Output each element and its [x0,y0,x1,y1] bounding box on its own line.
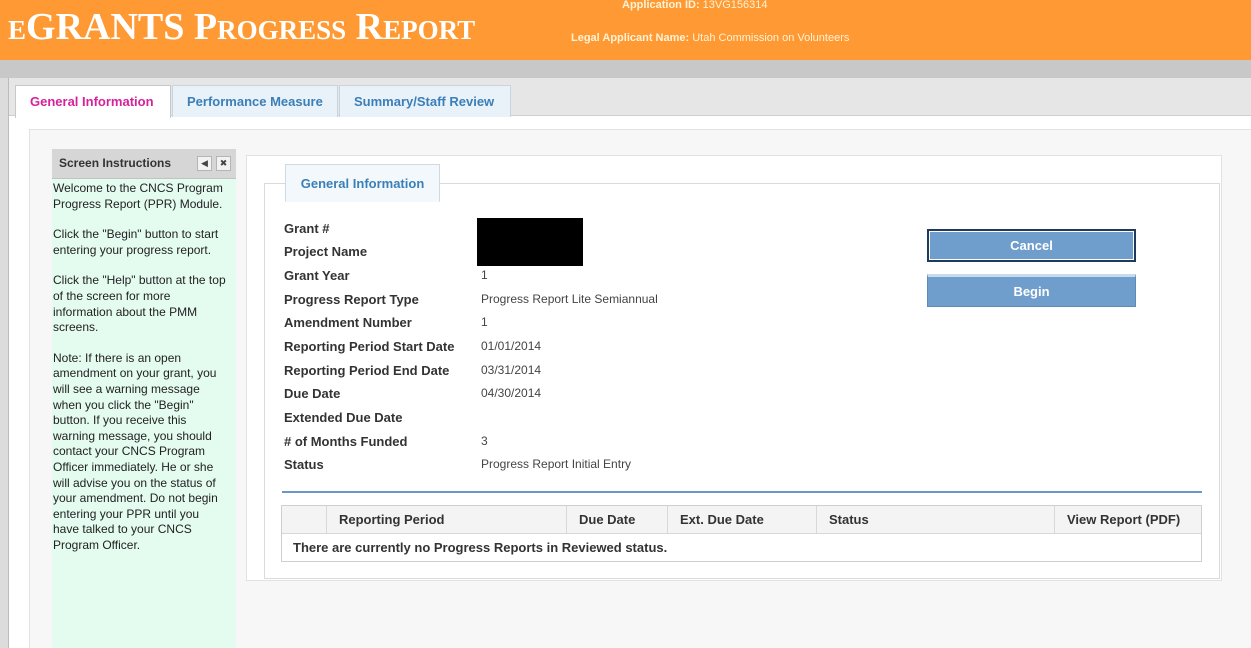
legal-applicant-value: Utah Commission on Volunteers [692,32,850,44]
application-id: Application ID: 13VG156314 [622,0,768,11]
instructions-header: Screen Instructions ◀ ✖ [52,149,236,179]
application-id-value: 13VG156314 [702,0,768,11]
project-name-label: Project Name [284,244,368,259]
redacted-block [477,218,583,266]
column-header-view-report: View Report (PDF) [1054,506,1201,534]
instructions-body: Welcome to the CNCS Program Progress Rep… [52,179,236,553]
close-icon[interactable]: ✖ [216,156,231,171]
reporting-end-value: 03/31/2014 [481,363,542,377]
screen-instructions-panel: Screen Instructions ◀ ✖ Welcome to the C… [52,149,236,648]
table-header: Reporting Period Due Date Ext. Due Date … [282,506,1201,534]
app-header: eGRANTS Progress Report Application ID: … [0,0,1251,60]
column-header-status: Status [816,506,1054,534]
instructions-paragraph: Click the "Help" button at the top of th… [53,273,226,335]
due-date-label: Due Date [284,386,341,401]
reporting-start-label: Reporting Period Start Date [284,339,455,354]
due-date-value: 04/30/2014 [481,386,542,400]
grant-number-label: Grant # [284,221,330,236]
column-header-ext-due-date: Ext. Due Date [667,506,816,534]
table-empty-message: There are currently no Progress Reports … [293,540,668,555]
begin-button[interactable]: Begin [927,274,1136,307]
general-information-panel: General Information Grant # Project Name… [246,155,1222,581]
column-header-blank [282,506,326,534]
tab-summary-staff-review[interactable]: Summary/Staff Review [339,85,511,117]
reporting-start-value: 01/01/2014 [481,339,542,353]
cancel-button[interactable]: Cancel [927,229,1136,262]
tab-general-information[interactable]: General Information [15,85,171,118]
section-tab-general-information[interactable]: General Information [285,164,440,202]
tab-bar: General Information Performance Measure … [9,78,1251,118]
left-edge [0,78,8,648]
progress-report-type-label: Progress Report Type [284,292,419,307]
status-label: Status [284,457,324,472]
months-funded-value: 3 [481,434,488,448]
instructions-paragraph: Note: If there is an open amendment on y… [53,350,218,552]
grant-year-label: Grant Year [284,268,350,283]
amendment-number-label: Amendment Number [284,315,412,330]
months-funded-label: # of Months Funded [284,434,408,449]
instructions-paragraph: Welcome to the CNCS Program Progress Rep… [53,181,223,211]
legal-applicant: Legal Applicant Name: Utah Commission on… [571,32,849,44]
legal-applicant-label: Legal Applicant Name: [571,32,690,44]
column-header-due-date: Due Date [566,506,667,534]
column-header-reporting-period: Reporting Period [326,506,566,534]
amendment-number-value: 1 [481,315,488,329]
application-id-label: Application ID: [622,0,700,11]
main-frame: General Information Performance Measure … [8,78,1251,648]
app-title: eGRANTS Progress Report [8,6,476,48]
tab-performance-measure[interactable]: Performance Measure [172,85,338,117]
section-divider [282,491,1202,493]
extended-due-date-label: Extended Due Date [284,410,403,425]
progress-report-type-value: Progress Report Lite Semiannual [481,292,658,306]
progress-reports-table: Reporting Period Due Date Ext. Due Date … [281,505,1202,562]
instructions-paragraph: Click the "Begin" button to start enteri… [53,227,219,257]
triangle-left-icon[interactable]: ◀ [197,156,212,171]
reporting-end-label: Reporting Period End Date [284,363,450,378]
status-value: Progress Report Initial Entry [481,457,632,471]
header-divider [0,60,1251,78]
instructions-title: Screen Instructions [59,156,172,170]
grant-year-value: 1 [481,268,488,282]
